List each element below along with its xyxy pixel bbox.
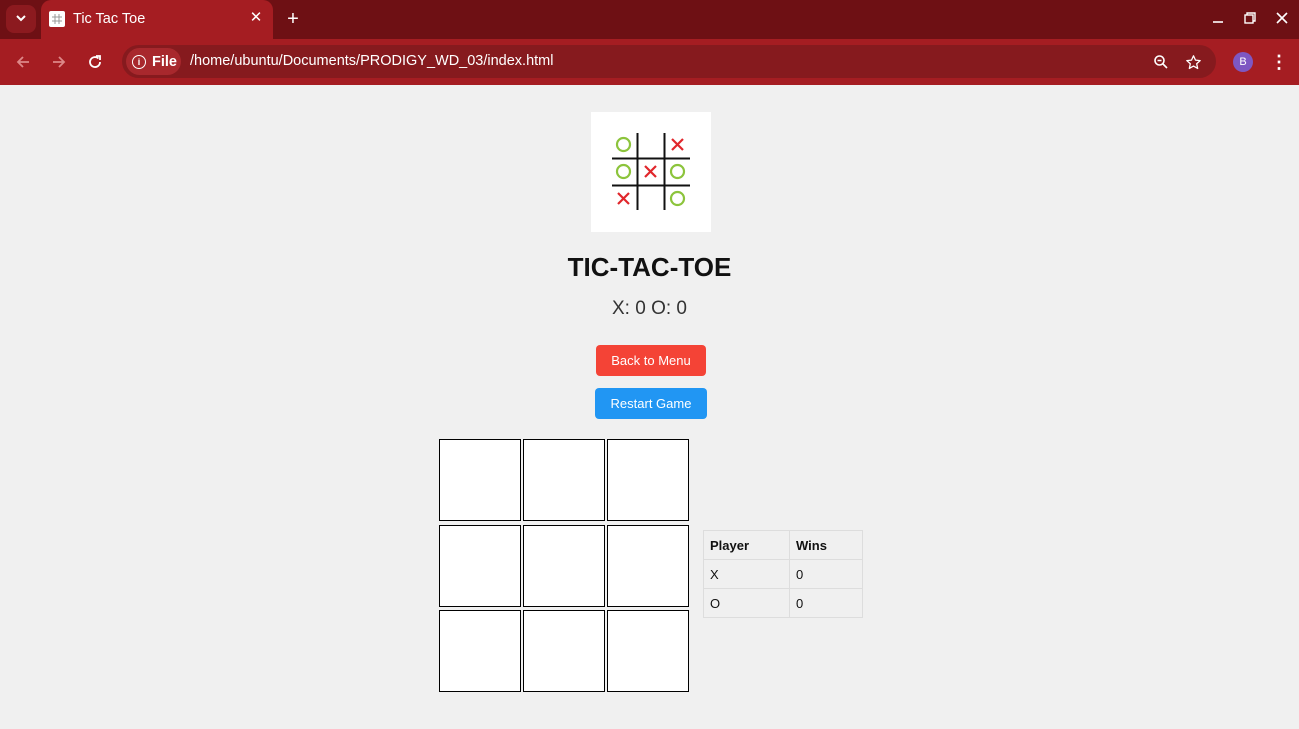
- star-icon[interactable]: [1182, 51, 1204, 73]
- tic-tac-toe-logo: [591, 112, 711, 232]
- tab-title: Tic Tac Toe: [73, 11, 146, 27]
- player-cell: X: [703, 559, 790, 589]
- table-row: O 0: [703, 588, 863, 618]
- tab-active[interactable]: Tic Tac Toe ✕: [41, 0, 273, 39]
- close-window-icon[interactable]: [1270, 8, 1294, 30]
- column-header-wins: Wins: [789, 530, 863, 560]
- board-cell-3[interactable]: [607, 439, 689, 521]
- score-display: X: 0 O: 0: [612, 298, 687, 319]
- board-cell-2[interactable]: [523, 439, 605, 521]
- table-header-row: Player Wins: [703, 530, 863, 560]
- tab-search-button[interactable]: [6, 5, 36, 33]
- game-board: [439, 439, 689, 692]
- back-to-menu-button[interactable]: Back to Menu: [596, 345, 706, 376]
- board-cell-9[interactable]: [607, 610, 689, 692]
- new-tab-button[interactable]: +: [282, 8, 304, 30]
- page-title: TIC-TAC-TOE: [567, 252, 732, 282]
- board-cell-6[interactable]: [607, 525, 689, 607]
- wins-cell: 0: [789, 559, 863, 589]
- more-menu-icon[interactable]: ⋮: [1270, 51, 1288, 73]
- site-info-label: File: [152, 53, 177, 70]
- wins-cell: 0: [789, 588, 863, 618]
- zoom-icon[interactable]: [1150, 51, 1172, 73]
- address-bar[interactable]: i File /home/ubuntu/Documents/PRODIGY_WD…: [122, 45, 1216, 78]
- board-cell-4[interactable]: [439, 525, 521, 607]
- close-icon[interactable]: ✕: [247, 9, 265, 27]
- table-row: X 0: [703, 559, 863, 589]
- player-cell: O: [703, 588, 790, 618]
- profile-avatar[interactable]: B: [1233, 52, 1253, 72]
- board-cell-5[interactable]: [523, 525, 605, 607]
- minimize-icon[interactable]: [1206, 8, 1230, 30]
- site-info-chip[interactable]: i File: [126, 48, 181, 75]
- board-cell-8[interactable]: [523, 610, 605, 692]
- browser-toolbar: i File /home/ubuntu/Documents/PRODIGY_WD…: [0, 39, 1299, 85]
- tab-strip: Tic Tac Toe ✕ +: [0, 0, 1299, 39]
- chevron-down-icon: [15, 12, 27, 27]
- board-cell-1[interactable]: [439, 439, 521, 521]
- url-text[interactable]: /home/ubuntu/Documents/PRODIGY_WD_03/ind…: [190, 53, 553, 69]
- reload-icon[interactable]: [84, 51, 106, 73]
- forward-arrow-icon[interactable]: [48, 51, 70, 73]
- game-page: TIC-TAC-TOE X: 0 O: 0 Back to Menu Resta…: [0, 85, 1299, 729]
- restart-game-button[interactable]: Restart Game: [595, 388, 707, 419]
- restore-icon[interactable]: [1238, 8, 1262, 30]
- column-header-player: Player: [703, 530, 790, 560]
- favicon-icon: [49, 11, 65, 27]
- back-arrow-icon[interactable]: [12, 51, 34, 73]
- board-cell-7[interactable]: [439, 610, 521, 692]
- info-icon: i: [132, 54, 146, 69]
- scoreboard-table: Player Wins X 0 O 0: [703, 530, 863, 618]
